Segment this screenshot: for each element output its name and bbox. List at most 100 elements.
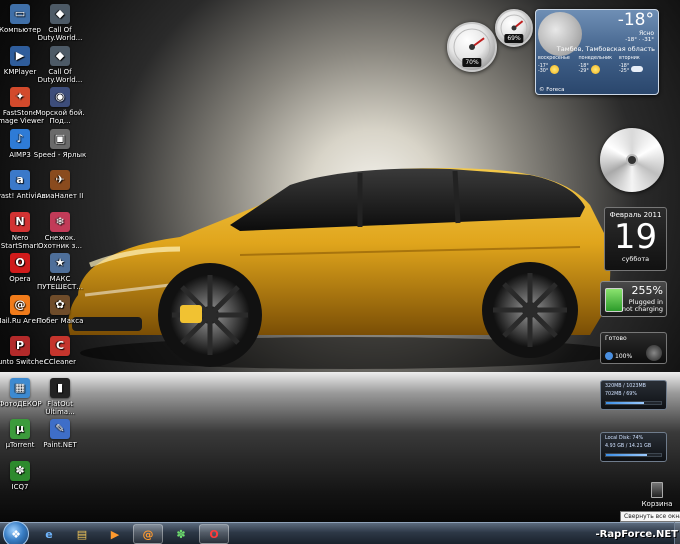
weather-gadget[interactable]: -18° Ясно -18° · -31° Тамбов, Тамбовская… xyxy=(535,9,659,95)
download-gadget[interactable]: Готово 100% xyxy=(600,332,667,364)
windows-logo-icon: ❖ xyxy=(11,527,21,541)
desktop-icon-label: Снежок. Охотник з... xyxy=(38,233,82,250)
desktop-icon-label: Побег Макса xyxy=(36,316,84,325)
burning-icon: N xyxy=(10,211,30,232)
wallpaper-car-image xyxy=(68,168,620,369)
cleaner-icon: C xyxy=(50,336,70,356)
battery-icon xyxy=(605,288,623,312)
game-icon: ✿ xyxy=(50,294,70,315)
weather-condition: Ясно xyxy=(638,30,654,37)
memory-line-1: 320MB / 1023MB xyxy=(605,384,646,389)
media-player-icon: ▶ xyxy=(10,45,30,66)
antivirus-icon: a xyxy=(10,170,30,190)
weather-provider-link[interactable]: © Foreca xyxy=(539,87,565,93)
game-icon: ◆ xyxy=(50,4,70,24)
taskbar-opera[interactable]: O xyxy=(199,524,229,544)
site-watermark: -RapForce.NET xyxy=(595,529,678,540)
weather-temperature: -18° xyxy=(617,10,654,30)
desktop-icon-label: МАКС ПУТЕШЕСТ... xyxy=(37,275,83,291)
calendar-gadget[interactable]: Февраль 2011 19 суббота xyxy=(604,207,667,271)
forecast-day-name: понедельник xyxy=(578,56,612,61)
folder-icon: ▤ xyxy=(76,527,88,541)
recycle-bin-icon xyxy=(651,482,663,498)
forecast-day-name: воскресенье xyxy=(538,56,570,61)
game-icon: ✈ xyxy=(50,170,70,190)
desktop-icon-label: Морской бой. Под... xyxy=(35,109,85,125)
game-icon: ❄ xyxy=(50,211,70,232)
memory-usage-fill xyxy=(606,402,644,404)
download-status: Готово xyxy=(605,335,627,342)
taskbar-icq[interactable]: ✽ xyxy=(166,524,196,544)
memory-meter-gadget[interactable]: 320MB / 1023MB 702MB / 69% xyxy=(600,380,667,410)
weather-forecast: воскресенье -17° -30° понедельник -18° -29… xyxy=(538,56,658,74)
mail-agent-icon: @ xyxy=(10,294,30,315)
calendar-day: 19 xyxy=(613,217,658,257)
taskbar-mail-agent[interactable]: @ xyxy=(133,524,163,544)
game-icon: ▮ xyxy=(50,377,70,398)
opera-browser-icon: O xyxy=(209,527,219,541)
forecast-day: понедельник -18° -29° xyxy=(579,56,618,74)
forecast-temps: -18° -29° xyxy=(578,64,589,74)
spinner-icon xyxy=(646,345,662,361)
opera-browser-icon: O xyxy=(10,253,30,273)
keyboard-switcher-icon: P xyxy=(10,336,30,356)
desktop-icon-label: АвиаНалет II xyxy=(36,192,84,200)
game-icon: ◆ xyxy=(50,45,70,66)
battery-status: Plugged in not charging xyxy=(621,298,663,313)
icq-icon: ✽ xyxy=(176,527,186,541)
desktop-icon-label: FlatOut Ultima... xyxy=(45,399,75,416)
desktop-icon-label: Paint.NET xyxy=(43,441,77,449)
forecast-day: вторник -18° -25° xyxy=(619,56,658,74)
disk-meter-gadget[interactable]: Local Disk: 74% 4.93 GB / 14.21 GB xyxy=(600,432,667,462)
game-icon: ◉ xyxy=(50,87,70,107)
battery-percent: 255% xyxy=(631,284,663,297)
image-viewer-icon: ✦ xyxy=(10,87,30,107)
forecast-day: воскресенье -17° -30° xyxy=(538,56,577,74)
game-icon: ★ xyxy=(50,253,70,273)
desktop-icon-label: Call Of Duty.World... xyxy=(37,67,83,84)
disk-line-2: 4.93 GB / 14.21 GB xyxy=(605,444,652,449)
show-desktop-tooltip: Свернуть все окна xyxy=(620,511,680,522)
taskbar-media-player[interactable]: ▶ xyxy=(100,524,130,544)
taskbar: ❖ e ▤ ▶ @ ✽ O xyxy=(0,521,680,544)
music-player-icon: ♪ xyxy=(10,128,30,149)
download-icon xyxy=(605,352,613,360)
forecast-temps: -18° -25° xyxy=(619,64,630,74)
memory-usage-bar xyxy=(605,401,662,405)
recycle-bin[interactable]: Корзина xyxy=(638,482,676,508)
forecast-temps: -17° -30° xyxy=(538,64,549,74)
taskbar-explorer[interactable]: ▤ xyxy=(67,524,97,544)
computer-icon: ▭ xyxy=(10,4,30,24)
disk-usage-fill xyxy=(606,454,647,456)
weather-high-low: -18° · -31° xyxy=(625,37,654,43)
desktop-wallpaper-floor xyxy=(0,372,680,522)
ram-meter-gadget[interactable]: 69% xyxy=(495,9,533,47)
cd-disc-icon xyxy=(626,154,638,166)
cpu-meter-gadget[interactable]: 70% xyxy=(447,22,497,72)
ram-meter-value: 69% xyxy=(504,34,524,43)
cpu-meter-value: 70% xyxy=(462,58,482,67)
desktop-icon-label: CCleaner xyxy=(44,358,76,366)
weather-city: Тамбов, Тамбовская область xyxy=(556,45,655,53)
desktop-icon[interactable]: ✽ ICQ7 xyxy=(0,459,48,517)
paint-icon: ✎ xyxy=(50,419,70,439)
icq-icon: ✽ xyxy=(10,460,30,481)
disk-line-1: Local Disk: 74% xyxy=(605,436,644,441)
memory-line-2: 702MB / 69% xyxy=(605,392,637,397)
torrent-icon: µ xyxy=(10,419,30,439)
forecast-day-name: вторник xyxy=(619,56,640,61)
desktop-icon-label: Call Of Duty.World... xyxy=(37,26,83,42)
sun-icon xyxy=(550,64,560,74)
taskbar-internet-explorer[interactable]: e xyxy=(34,524,64,544)
internet-explorer-icon: e xyxy=(45,527,53,541)
photo-decor-icon: ▦ xyxy=(10,377,30,398)
sun-icon xyxy=(590,64,600,74)
mail-agent-icon: @ xyxy=(142,527,154,541)
recycle-bin-label: Корзина xyxy=(641,500,673,508)
cd-player-gadget[interactable] xyxy=(600,128,664,192)
battery-gadget[interactable]: 255% Plugged in not charging xyxy=(600,281,667,317)
desktop-icon-label: Speed - Ярлык xyxy=(33,150,87,159)
cloud-icon xyxy=(631,66,644,72)
desktop-icon-label: ICQ7 xyxy=(11,482,29,491)
start-button[interactable]: ❖ xyxy=(3,521,29,544)
